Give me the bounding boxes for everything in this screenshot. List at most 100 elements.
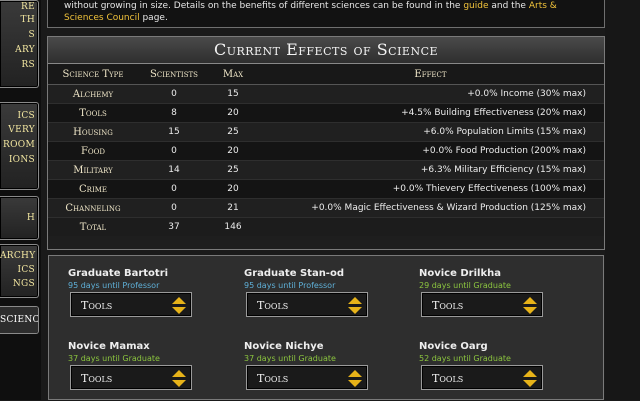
row-max: 25	[210, 122, 256, 142]
row-effect: +6.3% Military Efficiency (15% max)	[256, 160, 604, 180]
current-effects-panel: Current Effects of Science Science Type …	[47, 36, 605, 250]
science-select-value: Tools	[432, 299, 464, 312]
nav-item[interactable]: ARCHY	[0, 249, 38, 263]
total-effect	[256, 217, 604, 236]
up-down-arrows-icon	[523, 370, 537, 387]
science-select[interactable]: Tools	[421, 292, 543, 317]
intro-text-end: page.	[142, 13, 168, 23]
scientist-card: Graduate Stan-od 95 days until Professor…	[244, 268, 394, 328]
science-effects-table: Science Type Scientists Max Effect Alche…	[48, 64, 604, 236]
nav-item[interactable]: ROOM	[0, 138, 38, 153]
science-select-value: Tools	[81, 372, 113, 385]
nav-item[interactable]: ARY	[0, 43, 38, 58]
scientist-name: Novice Drilkha	[419, 268, 501, 279]
up-down-arrows-icon	[348, 370, 362, 387]
science-select[interactable]: Tools	[246, 292, 368, 317]
nav-item[interactable]: NGS	[0, 277, 38, 291]
panel-title: Current Effects of Science	[48, 37, 604, 64]
scientist-name: Graduate Stan-od	[244, 268, 344, 279]
scientist-name: Novice Oarg	[419, 341, 488, 352]
row-max: 20	[210, 179, 256, 199]
row-effect: +0.0% Magic Effectiveness & Wizard Produ…	[256, 198, 604, 218]
scientist-name: Novice Nichye	[244, 341, 324, 352]
row-type: Channeling	[48, 198, 138, 218]
guide-link[interactable]: guide	[463, 1, 488, 11]
nav-group-3: H	[0, 196, 39, 240]
science-select[interactable]: Tools	[246, 365, 368, 390]
intro-text: without growing in size. Details on the …	[47, 0, 605, 28]
scientist-card: Graduate Bartotri 95 days until Professo…	[68, 268, 218, 328]
row-scientists: 8	[138, 103, 210, 123]
nav-item[interactable]: TH	[0, 13, 38, 28]
intro-text-mid: and the	[491, 1, 526, 11]
science-select[interactable]: Tools	[70, 365, 192, 390]
row-scientists: 0	[138, 141, 210, 161]
row-type: Alchemy	[48, 84, 138, 104]
scientist-days: 52 days until Graduate	[419, 354, 511, 363]
scientist-card: Novice Oarg 52 days until Graduate Tools	[419, 341, 569, 401]
table-header-row: Science Type Scientists Max Effect	[48, 64, 604, 85]
scientist-days: 37 days until Graduate	[68, 354, 160, 363]
table-row: Alchemy 0 15 +0.0% Income (30% max)	[48, 84, 604, 104]
table-row: Tools 8 20 +4.5% Building Effectiveness …	[48, 103, 604, 123]
nav-group-5: SCIENCES	[0, 306, 39, 334]
nav-item[interactable]: RE	[0, 1, 38, 13]
row-scientists: 15	[138, 122, 210, 142]
row-type: Military	[48, 160, 138, 180]
science-select-value: Tools	[257, 372, 289, 385]
total-label: Total	[48, 217, 138, 236]
scientist-days: 95 days until Professor	[68, 281, 160, 290]
row-type: Crime	[48, 179, 138, 199]
row-scientists: 0	[138, 84, 210, 104]
row-effect: +6.0% Population Limits (15% max)	[256, 122, 604, 142]
table-row: Housing 15 25 +6.0% Population Limits (1…	[48, 122, 604, 142]
nav-item[interactable]: H	[0, 210, 38, 226]
header-effect: Effect	[256, 64, 604, 85]
row-scientists: 14	[138, 160, 210, 180]
row-effect: +0.0% Income (30% max)	[256, 84, 604, 104]
nav-item[interactable]: RS	[0, 58, 38, 73]
science-select-value: Tools	[257, 299, 289, 312]
row-scientists: 0	[138, 179, 210, 199]
science-select[interactable]: Tools	[421, 365, 543, 390]
row-max: 15	[210, 84, 256, 104]
scientist-days: 95 days until Professor	[244, 281, 336, 290]
header-max: Max	[210, 64, 256, 85]
scientist-name: Novice Mamax	[68, 341, 150, 352]
arts-sciences-council-link-part2[interactable]: Sciences Council	[64, 13, 140, 23]
left-navigation: RE TH S ARY RS ICS VERY ROOM IONS H ARCH…	[0, 0, 41, 400]
nav-item[interactable]: ICS	[0, 109, 38, 123]
intro-text-start: without growing in size. Details on the …	[64, 1, 461, 11]
science-select-value: Tools	[432, 372, 464, 385]
nav-group-4: ARCHY ICS NGS	[0, 244, 39, 298]
scientist-card: Novice Nichye 37 days until Graduate Too…	[244, 341, 394, 401]
row-max: 20	[210, 141, 256, 161]
up-down-arrows-icon	[523, 297, 537, 314]
row-effect: +4.5% Building Effectiveness (20% max)	[256, 103, 604, 123]
up-down-arrows-icon	[348, 297, 362, 314]
total-max: 146	[210, 217, 256, 236]
science-select-value: Tools	[81, 299, 113, 312]
row-max: 21	[210, 198, 256, 218]
arts-sciences-council-link-part1[interactable]: Arts &	[529, 1, 557, 11]
table-row: Crime 0 20 +0.0% Thievery Effectiveness …	[48, 179, 604, 199]
scientist-assignment-grid: Graduate Bartotri 95 days until Professo…	[48, 255, 604, 400]
row-effect: +0.0% Food Production (200% max)	[256, 141, 604, 161]
right-gutter	[605, 0, 640, 400]
nav-item[interactable]: IONS	[0, 153, 38, 168]
nav-item[interactable]: VERY	[0, 123, 38, 138]
table-row: Channeling 0 21 +0.0% Magic Effectivenes…	[48, 198, 604, 218]
row-max: 25	[210, 160, 256, 180]
nav-group-2: ICS VERY ROOM IONS	[0, 102, 39, 190]
scientist-card: Novice Mamax 37 days until Graduate Tool…	[68, 341, 218, 401]
scientist-card: Novice Drilkha 29 days until Graduate To…	[419, 268, 569, 328]
nav-item[interactable]: ICS	[0, 263, 38, 277]
scientist-days: 37 days until Graduate	[244, 354, 336, 363]
total-scientists: 37	[138, 217, 210, 236]
main-content: without growing in size. Details on the …	[47, 0, 605, 400]
header-scientists: Scientists	[138, 64, 210, 85]
science-select[interactable]: Tools	[70, 292, 192, 317]
nav-item-sciences[interactable]: SCIENCES	[0, 307, 38, 333]
nav-item[interactable]: S	[0, 28, 38, 43]
row-max: 20	[210, 103, 256, 123]
